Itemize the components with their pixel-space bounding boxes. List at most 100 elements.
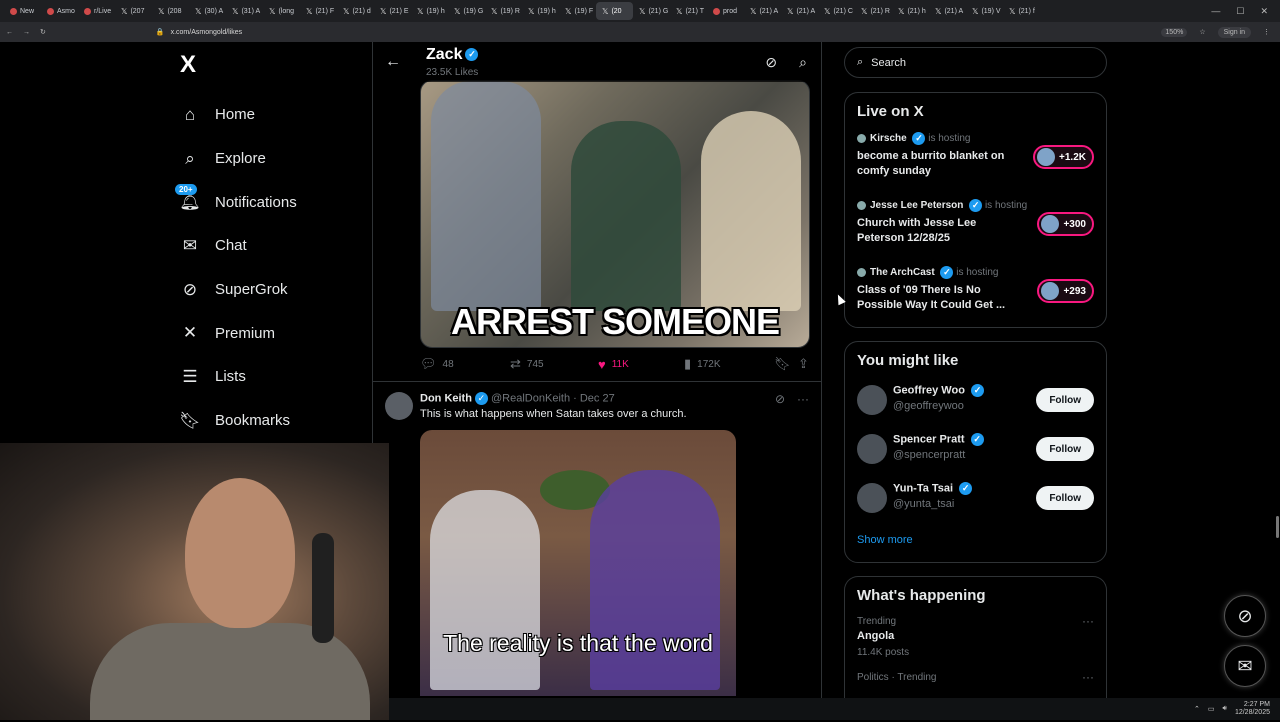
browser-tab[interactable]: 𝕏 (21) T [670, 2, 707, 20]
messages-fab-button[interactable]: ✉ [1224, 645, 1266, 687]
tab-favicon-icon: 𝕏 [898, 6, 905, 16]
browser-tab[interactable]: 𝕏 (21) E [374, 2, 411, 20]
more-icon[interactable]: ··· [1082, 670, 1094, 684]
suggestion-item[interactable]: Spencer Pratt ✓ @spencerpratt Follow [845, 426, 1106, 475]
browser-tab[interactable]: 𝕏 (21) A [744, 2, 781, 20]
browser-tab[interactable]: 𝕏 (31) A [226, 2, 263, 20]
browser-tab[interactable]: 𝕏 (19) G [448, 2, 485, 20]
browser-tab[interactable]: 𝕏 (19) h [522, 2, 559, 20]
browser-tab[interactable]: 𝕏 (19) R [485, 2, 522, 20]
grok-icon[interactable]: ⊘ [775, 392, 785, 406]
browser-tab[interactable]: 𝕏 (19) h [411, 2, 448, 20]
browser-tab[interactable]: 𝕏 (21) A [781, 2, 818, 20]
tweet-image[interactable]: ARREST SOMEONE [420, 80, 810, 348]
bookmark-button[interactable]: 🔖︎ [774, 356, 798, 372]
browser-tab[interactable]: Asmo [41, 2, 78, 20]
browser-tab[interactable]: 𝕏 (21) A [929, 2, 966, 20]
tweet-video[interactable]: The reality is that the word [420, 430, 736, 696]
browser-tab[interactable]: 𝕏 (21) d [337, 2, 374, 20]
trend-item[interactable]: Trending Angola 11.4K posts ··· [845, 610, 1106, 666]
browser-tab[interactable]: 𝕏 (19) F [559, 2, 596, 20]
back-browser-icon[interactable]: ← [6, 29, 13, 36]
browser-tab[interactable]: 𝕏 (208 [152, 2, 189, 20]
network-icon[interactable]: ▭ [1208, 705, 1215, 713]
browser-tab[interactable]: 𝕏 (20 [596, 2, 633, 20]
listeners-pill[interactable]: +300 [1037, 212, 1094, 236]
suggestion-name[interactable]: Geoffrey Woo ✓ [893, 384, 984, 397]
nav-item-bookmarks[interactable]: 🔖︎ Bookmarks [178, 399, 368, 443]
tweet[interactable]: Don Keith ✓ @RealDonKeith · Dec 27 This i… [373, 381, 821, 420]
show-more-link[interactable]: Show more [857, 534, 1106, 546]
suggestion-handle[interactable]: @yunta_tsai [893, 498, 954, 510]
url-field[interactable]: 🔒 x.com/Asmongold/likes [156, 28, 242, 37]
share-button[interactable]: ⇪ [798, 356, 809, 372]
reply-button[interactable]: 💬︎ 48 [420, 356, 510, 372]
browser-tab[interactable]: 𝕏 (30) A [189, 2, 226, 20]
browser-tab[interactable]: 𝕏 (21) R [855, 2, 892, 20]
grok-fab-button[interactable]: ⊘ [1224, 595, 1266, 637]
more-icon[interactable]: ··· [1082, 614, 1094, 628]
tweet-date[interactable]: Dec 27 [580, 392, 615, 404]
browser-tab[interactable]: 𝕏 (21) h [892, 2, 929, 20]
live-space-item[interactable]: Jesse Lee Peterson ✓ is hosting Church wi… [845, 193, 1106, 260]
signin-button[interactable]: Sign in [1217, 26, 1251, 38]
browser-tab[interactable]: r/Live [78, 2, 115, 20]
views-button[interactable]: ▮ 172K [684, 356, 774, 372]
suggestion-name[interactable]: Spencer Pratt ✓ [893, 433, 984, 446]
listeners-pill[interactable]: +1.2K [1033, 145, 1094, 169]
suggestion-name[interactable]: Yun-Ta Tsai ✓ [893, 482, 973, 495]
browser-tab[interactable]: 𝕏 (21) C [818, 2, 855, 20]
suggestion-handle[interactable]: @spencerpratt [893, 449, 965, 461]
nav-item-explore[interactable]: ⌕ Explore [178, 137, 368, 181]
reload-icon[interactable]: ↻ [40, 28, 46, 36]
live-space-item[interactable]: Kirsche ✓ is hosting become a burrito bla… [845, 126, 1106, 193]
menu-icon[interactable]: ⋮ [1263, 28, 1270, 36]
nav-item-lists[interactable]: ☰ Lists [178, 355, 368, 399]
listeners-pill[interactable]: +293 [1037, 279, 1094, 303]
avatar[interactable] [385, 392, 413, 420]
maximize-icon[interactable]: ☐ [1236, 6, 1244, 17]
like-button[interactable]: ♥ 11K [598, 357, 684, 372]
nav-item-chat[interactable]: ✉ Chat [178, 224, 368, 268]
avatar[interactable] [857, 385, 887, 415]
author-name[interactable]: Don Keith [420, 392, 472, 404]
browser-tab[interactable]: 𝕏 (21) f [1003, 2, 1040, 20]
author-handle[interactable]: @RealDonKeith [491, 392, 570, 404]
follow-button[interactable]: Follow [1036, 486, 1094, 510]
browser-tab[interactable]: 𝕏 (19) V [966, 2, 1003, 20]
more-icon[interactable]: ··· [797, 392, 809, 406]
nav-item-home[interactable]: ⌂ Home [178, 93, 368, 137]
browser-tab[interactable]: 𝕏 (long [263, 2, 300, 20]
browser-tab[interactable]: 𝕏 (207 [115, 2, 152, 20]
nav-item-premium[interactable]: ✕ Premium [178, 311, 368, 355]
clock[interactable]: 2:27 PM 12/28/2025 [1235, 701, 1270, 717]
suggestion-handle[interactable]: @geoffreywoo [893, 400, 964, 412]
avatar[interactable] [857, 483, 887, 513]
star-icon[interactable]: ☆ [1199, 28, 1205, 36]
forward-browser-icon[interactable]: → [23, 29, 30, 36]
browser-tab[interactable]: prod [707, 2, 744, 20]
x-logo-icon[interactable]: X [180, 51, 368, 79]
zoom-indicator[interactable]: 150% [1161, 27, 1188, 37]
grok-icon[interactable]: ⊘ [765, 54, 777, 71]
back-arrow-icon[interactable]: ← [385, 53, 401, 71]
nav-item-supergrok[interactable]: ⊘ SuperGrok [178, 268, 368, 312]
avatar[interactable] [857, 434, 887, 464]
browser-tab[interactable]: 𝕏 (21) G [633, 2, 670, 20]
repost-button[interactable]: ⇄ 745 [510, 356, 598, 372]
minimize-icon[interactable]: — [1211, 6, 1220, 17]
follow-button[interactable]: Follow [1036, 388, 1094, 412]
suggestion-item[interactable]: Geoffrey Woo ✓ @geoffreywoo Follow [845, 377, 1106, 426]
tray-icon[interactable]: ⌃ [1194, 705, 1200, 713]
nav-item-notifications[interactable]: 🔔︎ 20+ Notifications [175, 180, 368, 224]
close-window-icon[interactable]: ✕ [1260, 6, 1268, 17]
volume-icon[interactable]: 🔊︎ [1223, 705, 1227, 713]
browser-tab[interactable]: New [4, 2, 41, 20]
browser-tab[interactable]: 𝕏 (21) F [300, 2, 337, 20]
live-space-item[interactable]: The ArchCast ✓ is hosting Class of '09 Th… [845, 260, 1106, 327]
suggestion-item[interactable]: Yun-Ta Tsai ✓ @yunta_tsai Follow [845, 475, 1106, 524]
search-icon[interactable]: ⌕ [799, 54, 807, 71]
follow-button[interactable]: Follow [1036, 437, 1094, 461]
scrollbar[interactable] [1276, 516, 1279, 538]
search-input[interactable]: ⌕ Search [844, 47, 1107, 78]
